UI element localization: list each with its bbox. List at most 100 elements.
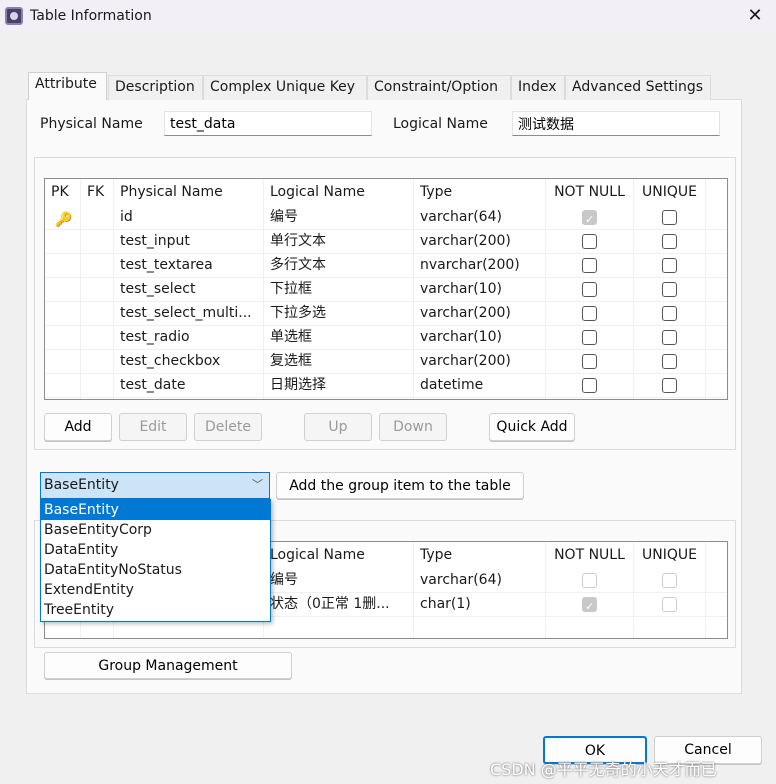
column-header[interactable]: PK bbox=[45, 179, 81, 206]
unique-checkbox[interactable] bbox=[662, 282, 677, 297]
unique-cell bbox=[634, 350, 706, 373]
not-null-checkbox[interactable] bbox=[582, 208, 597, 229]
physical-name-cell: test_input bbox=[114, 230, 264, 253]
physical-name-label: Physical Name bbox=[40, 116, 143, 132]
table-row[interactable]: test_select 下拉框 varchar(10) bbox=[45, 278, 727, 302]
group-combo-dropdown: BaseEntity BaseEntityCorp DataEntity DataEn… bbox=[40, 499, 271, 622]
column-header[interactable]: Type bbox=[414, 542, 546, 569]
key-icon: 🔑 bbox=[55, 212, 73, 228]
column-header[interactable]: NOT NULL bbox=[546, 542, 634, 569]
unique-checkbox[interactable] bbox=[662, 573, 677, 588]
type-cell: varchar(64) bbox=[414, 569, 546, 592]
not-null-cell bbox=[546, 374, 634, 397]
edit-button[interactable]: Edit bbox=[119, 413, 187, 441]
pk-cell bbox=[45, 374, 81, 397]
column-header[interactable]: Logical Name bbox=[264, 542, 414, 569]
empty-cell bbox=[45, 398, 81, 399]
chevron-down-icon[interactable]: ﹀ bbox=[252, 476, 263, 492]
unique-checkbox[interactable] bbox=[662, 306, 677, 321]
dropdown-option[interactable]: ExtendEntity bbox=[41, 580, 270, 600]
table-row[interactable]: test_radio 单选框 varchar(10) bbox=[45, 326, 727, 350]
type-cell: datetime bbox=[414, 374, 546, 397]
physical-name-cell: test_select_multi... bbox=[114, 302, 264, 325]
unique-cell bbox=[634, 206, 706, 229]
down-button[interactable]: Down bbox=[379, 413, 447, 441]
unique-cell bbox=[634, 302, 706, 325]
group-management-button[interactable]: Group Management bbox=[44, 652, 292, 679]
tab-index[interactable]: Index bbox=[511, 75, 565, 100]
column-header[interactable]: FK bbox=[81, 179, 114, 206]
dropdown-option[interactable]: TreeEntity bbox=[41, 600, 270, 620]
dropdown-option[interactable]: BaseEntityCorp bbox=[41, 520, 270, 540]
table-row[interactable]: test_select_multi... 下拉多选 varchar(200) bbox=[45, 302, 727, 326]
table-row[interactable]: test_date 日期选择 datetime bbox=[45, 374, 727, 398]
pk-cell bbox=[45, 278, 81, 301]
not-null-checkbox[interactable] bbox=[582, 330, 597, 345]
add-button[interactable]: Add bbox=[44, 413, 112, 441]
dropdown-option[interactable]: BaseEntity bbox=[41, 500, 270, 520]
unique-checkbox[interactable] bbox=[662, 234, 677, 249]
unique-checkbox[interactable] bbox=[662, 378, 677, 393]
logical-name-input[interactable] bbox=[512, 111, 720, 136]
not-null-cell bbox=[546, 326, 634, 349]
unique-checkbox[interactable] bbox=[662, 258, 677, 273]
column-header[interactable]: UNIQUE bbox=[634, 542, 706, 569]
logical-name-cell: 编号 bbox=[264, 206, 414, 229]
physical-name-input[interactable] bbox=[164, 111, 372, 136]
tab-description[interactable]: Description bbox=[108, 75, 203, 100]
group-combo[interactable]: BaseEntity ﹀ bbox=[40, 472, 270, 499]
not-null-checkbox[interactable] bbox=[582, 234, 597, 249]
fk-cell bbox=[81, 350, 114, 373]
not-null-checkbox[interactable] bbox=[582, 258, 597, 273]
tab-advanced-settings[interactable]: Advanced Settings bbox=[565, 75, 711, 100]
column-header[interactable]: NOT NULL bbox=[546, 179, 634, 206]
not-null-checkbox[interactable] bbox=[582, 378, 597, 393]
not-null-cell bbox=[546, 278, 634, 301]
close-icon[interactable]: ✕ bbox=[744, 4, 766, 28]
fk-cell bbox=[81, 230, 114, 253]
dropdown-option[interactable]: DataEntityNoStatus bbox=[41, 560, 270, 580]
column-header[interactable]: UNIQUE bbox=[634, 179, 706, 206]
up-button[interactable]: Up bbox=[304, 413, 372, 441]
dropdown-option[interactable]: DataEntity bbox=[41, 540, 270, 560]
unique-checkbox[interactable] bbox=[662, 210, 677, 225]
table-row[interactable]: test_textarea 多行文本 nvarchar(200) bbox=[45, 254, 727, 278]
tab-attribute[interactable]: Attribute bbox=[28, 72, 107, 100]
not-null-cell bbox=[546, 302, 634, 325]
not-null-cell bbox=[546, 206, 634, 229]
table-row-empty bbox=[45, 398, 727, 399]
unique-checkbox[interactable] bbox=[662, 330, 677, 345]
table-row[interactable]: 🔑 id 编号 varchar(64) bbox=[45, 206, 727, 230]
physical-name-cell: test_select bbox=[114, 278, 264, 301]
type-cell: nvarchar(200) bbox=[414, 254, 546, 277]
column-header[interactable]: Type bbox=[414, 179, 546, 206]
not-null-checkbox[interactable] bbox=[582, 282, 597, 297]
pk-cell bbox=[45, 326, 81, 349]
unique-checkbox[interactable] bbox=[662, 597, 677, 612]
empty-cell bbox=[546, 617, 634, 638]
empty-cell bbox=[264, 398, 414, 399]
table-row[interactable]: test_checkbox 复选框 varchar(200) bbox=[45, 350, 727, 374]
logical-name-cell: 状态（0正常 1删... bbox=[264, 593, 414, 616]
add-group-item-button[interactable]: Add the group item to the table bbox=[276, 472, 524, 499]
quick-add-button[interactable]: Quick Add bbox=[489, 413, 575, 441]
empty-cell bbox=[634, 398, 706, 399]
unique-cell bbox=[634, 278, 706, 301]
not-null-checkbox[interactable] bbox=[582, 595, 597, 616]
delete-button[interactable]: Delete bbox=[194, 413, 262, 441]
column-header[interactable]: Physical Name bbox=[114, 179, 264, 206]
not-null-checkbox[interactable] bbox=[582, 573, 597, 588]
not-null-checkbox[interactable] bbox=[582, 306, 597, 321]
not-null-cell bbox=[546, 593, 634, 616]
type-cell: varchar(10) bbox=[414, 278, 546, 301]
unique-cell bbox=[634, 569, 706, 592]
physical-name-cell: test_textarea bbox=[114, 254, 264, 277]
logical-name-label: Logical Name bbox=[393, 116, 488, 132]
empty-cell bbox=[114, 398, 264, 399]
tab-complex-unique-key[interactable]: Complex Unique Key bbox=[203, 75, 367, 100]
not-null-checkbox[interactable] bbox=[582, 354, 597, 369]
tab-constraint-option[interactable]: Constraint/Option bbox=[367, 75, 511, 100]
column-header[interactable]: Logical Name bbox=[264, 179, 414, 206]
unique-checkbox[interactable] bbox=[662, 354, 677, 369]
table-row[interactable]: test_input 单行文本 varchar(200) bbox=[45, 230, 727, 254]
